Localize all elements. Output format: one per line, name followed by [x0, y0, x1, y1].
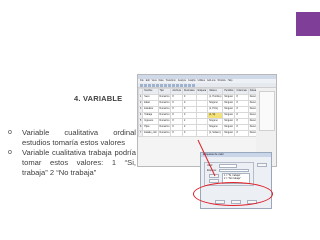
bullet-text: Variable cualitativa trabaja podría toma…	[22, 148, 136, 177]
find-icon[interactable]	[168, 84, 171, 87]
bullet-text: Variable cualitativa ordinal estudios to…	[22, 128, 136, 147]
list-item[interactable]: 2 = "No trabaja"	[223, 177, 249, 180]
table-cell[interactable]: Numérico	[157, 118, 172, 125]
menu-item[interactable]: Data	[159, 79, 164, 83]
menu-item[interactable]: Transform	[165, 79, 175, 83]
slide-title: 4. VARIABLE	[74, 94, 123, 103]
column-header: Perdidos	[222, 88, 236, 95]
menu-item[interactable]: Add-ons	[207, 79, 216, 83]
menu-item[interactable]: Window	[218, 79, 226, 83]
undo-icon[interactable]	[152, 84, 155, 87]
column-header: Columnas	[234, 88, 249, 95]
table-cell[interactable]: Numérico	[157, 94, 172, 101]
table-row[interactable]: 7 Estado_civil Numérico 8 0 {1, Soltero} Ningu…	[138, 130, 274, 137]
table-cell[interactable]: Ninguno	[222, 130, 236, 137]
add-button[interactable]	[209, 174, 219, 178]
select-icon[interactable]	[188, 84, 191, 87]
menu-item[interactable]: View	[152, 79, 157, 83]
redo-icon[interactable]	[156, 84, 159, 87]
table-cell[interactable]: Numérico	[157, 112, 172, 119]
table-cell[interactable]: Estado_civil	[142, 130, 159, 137]
menu-item[interactable]: Analyze	[178, 79, 186, 83]
table-cell[interactable]: Numérico	[157, 124, 172, 131]
table-body: 1 Sexo Numérico 8 0 {1, Hombre} Ninguno 8 Derech…	[138, 94, 274, 137]
callout-ellipse	[193, 182, 273, 206]
value-input[interactable]	[219, 164, 237, 168]
table-cell[interactable]: Numérico	[157, 106, 172, 113]
menu-item[interactable]: Edit	[146, 79, 150, 83]
value-labels-icon[interactable]	[192, 84, 195, 87]
weight-icon[interactable]	[184, 84, 187, 87]
insert-case-icon[interactable]	[172, 84, 175, 87]
save-icon[interactable]	[144, 84, 147, 87]
menu-item[interactable]: File	[140, 79, 144, 83]
split-icon[interactable]	[180, 84, 183, 87]
variable-view-table: Nombre Tipo Anchura Decimales Etiqueta V…	[138, 88, 274, 137]
open-icon[interactable]	[140, 84, 143, 87]
table-cell[interactable]: {1, Hombre}	[207, 94, 224, 101]
column-header: Anchura	[170, 88, 183, 95]
bullet-marker: o	[8, 129, 12, 136]
dialog-title: Etiquetas de valor	[201, 153, 271, 157]
label-field-label: Etiqueta:	[207, 168, 217, 172]
menu-item[interactable]: Utilities	[198, 79, 205, 83]
table-cell[interactable]	[195, 130, 209, 137]
menu-item[interactable]: Graphs	[188, 79, 196, 83]
accent-bar	[296, 12, 320, 36]
side-panel	[259, 91, 275, 131]
label-input[interactable]	[219, 168, 249, 172]
column-header: Etiqueta	[195, 88, 209, 95]
table-cell[interactable]: 8	[234, 130, 249, 137]
variables-icon[interactable]	[164, 84, 167, 87]
bullet-marker: o	[8, 149, 12, 156]
table-cell[interactable]: {1, Soltero}	[207, 130, 224, 137]
insert-variable-icon[interactable]	[176, 84, 179, 87]
table-cell[interactable]: 0	[181, 130, 197, 137]
table-cell[interactable]: Numérico	[157, 100, 172, 107]
bullet-item: o Variable cualitativa trabaja podría to…	[8, 148, 136, 178]
print-icon[interactable]	[148, 84, 151, 87]
table-cell[interactable]: 8	[170, 130, 183, 137]
column-header: Decimales	[181, 88, 197, 95]
table-cell[interactable]: Numérico	[157, 130, 172, 137]
bullet-item: o Variable cualitativa ordinal estudios …	[8, 128, 136, 148]
goto-icon[interactable]	[160, 84, 163, 87]
bullet-list: o Variable cualitativa ordinal estudios …	[8, 128, 136, 178]
menu-item[interactable]: Help	[228, 79, 233, 83]
spelling-button[interactable]	[257, 163, 267, 167]
value-field-label: Valor:	[207, 164, 214, 167]
